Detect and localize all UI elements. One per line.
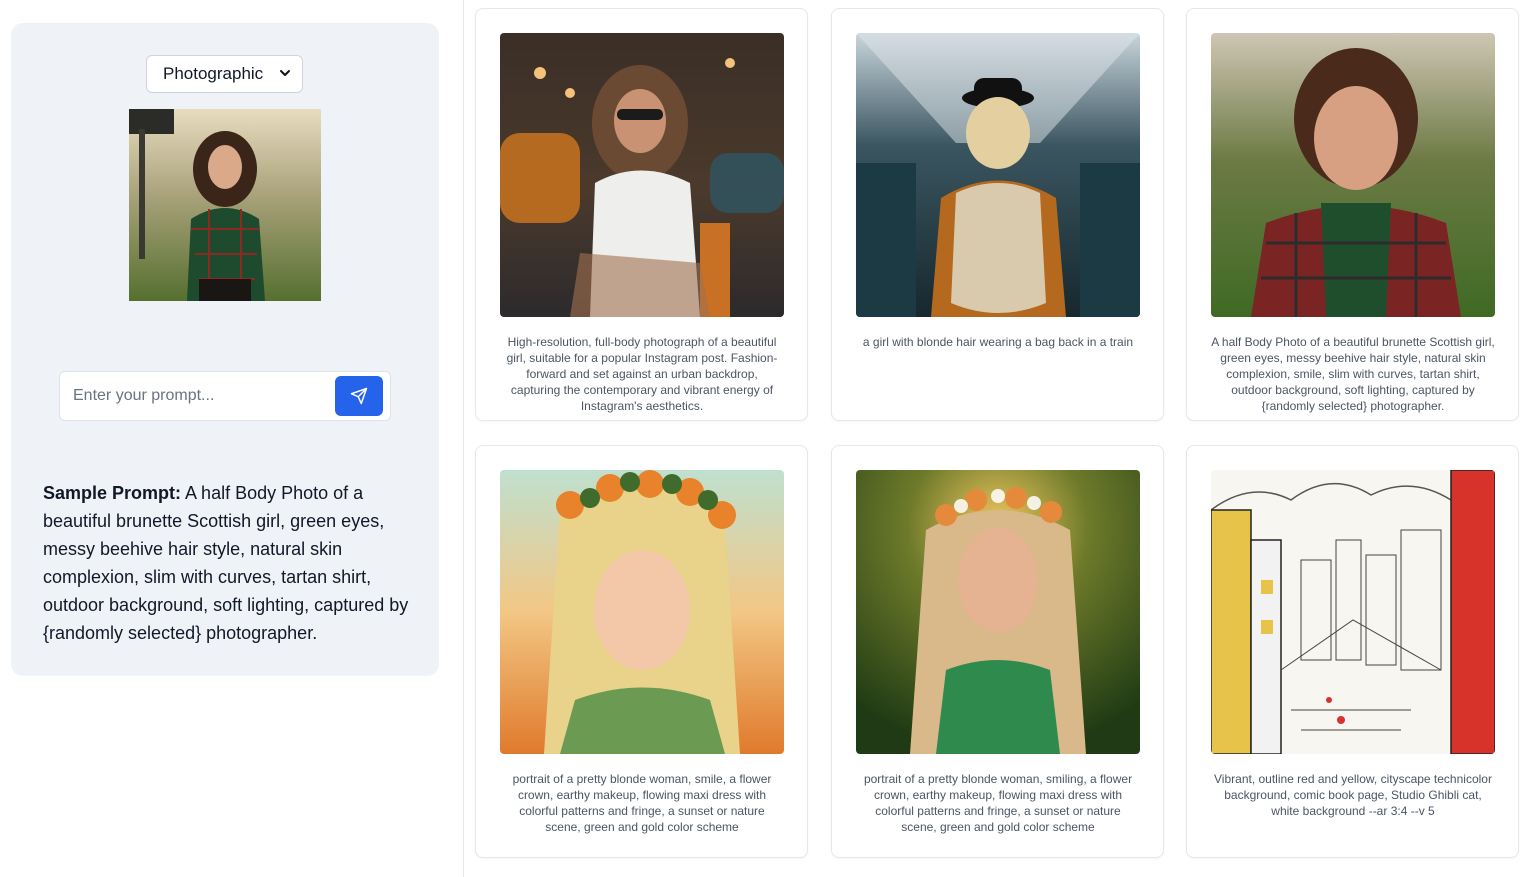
gallery-caption: Vibrant, outline red and yellow, citysca… <box>1214 772 1492 818</box>
gallery-card[interactable]: portrait of a pretty blonde woman, smili… <box>831 445 1164 858</box>
gallery-caption: portrait of a pretty blonde woman, smile… <box>512 772 772 834</box>
send-button[interactable] <box>335 376 383 416</box>
gallery-caption: A half Body Photo of a beautiful brunett… <box>1211 335 1495 413</box>
gallery-image <box>500 470 784 754</box>
gallery-image <box>856 33 1140 317</box>
gallery-card[interactable]: a girl with blonde hair wearing a bag ba… <box>831 8 1164 421</box>
generator-card: Photographic Enter your prompt... Sample… <box>11 23 439 676</box>
sample-prompt: Sample Prompt: A half Body Photo of a be… <box>43 479 415 647</box>
send-icon <box>350 387 368 405</box>
style-select[interactable]: Photographic <box>146 55 303 93</box>
style-select-value: Photographic <box>163 64 264 83</box>
gallery-caption: a girl with blonde hair wearing a bag ba… <box>862 335 1134 349</box>
sample-prompt-text: A half Body Photo of a beautiful brunett… <box>43 483 409 643</box>
gallery-image <box>1211 470 1495 754</box>
gallery-image <box>500 33 784 317</box>
gallery-caption: portrait of a pretty blonde woman, smili… <box>863 772 1133 834</box>
gallery-image <box>1211 33 1495 317</box>
left-panel: Photographic Enter your prompt... Sample… <box>0 0 464 877</box>
prompt-input[interactable] <box>61 373 331 419</box>
chevron-down-icon <box>278 66 292 80</box>
gallery-card[interactable]: A half Body Photo of a beautiful brunett… <box>1186 8 1519 421</box>
gallery-card[interactable]: Vibrant, outline red and yellow, citysca… <box>1186 445 1519 858</box>
gallery-image <box>856 470 1140 754</box>
gallery-card[interactable]: portrait of a pretty blonde woman, smile… <box>475 445 808 858</box>
preview-image <box>129 109 321 301</box>
gallery-card[interactable]: High-resolution, full-body photograph of… <box>475 8 808 421</box>
gallery-caption: High-resolution, full-body photograph of… <box>506 335 778 413</box>
prompt-form <box>59 371 391 421</box>
sample-prompt-label: Sample Prompt: <box>43 483 182 503</box>
